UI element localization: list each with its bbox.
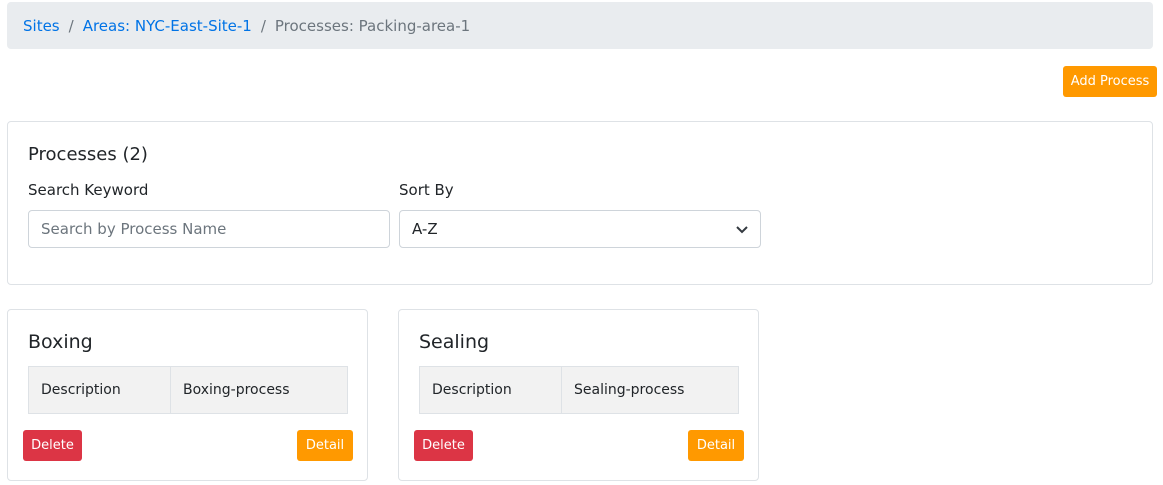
process-card: Boxing Description Boxing-process Delete… [7,309,368,481]
sort-label: Sort By [399,181,454,199]
process-name: Boxing [28,331,93,353]
field-value: Boxing-process [170,366,348,414]
chevron-down-icon [736,220,748,238]
process-name: Sealing [419,331,490,353]
filter-panel: Processes (2) Search Keyword Sort By A-Z [7,121,1153,285]
search-input[interactable] [28,210,390,248]
field-label: Description [28,366,171,414]
page-title: Processes (2) [28,144,148,165]
breadcrumb-areas[interactable]: Areas: NYC-East-Site-1 [83,17,252,35]
breadcrumb: Sites / Areas: NYC-East-Site-1 / Process… [7,2,1153,49]
search-label: Search Keyword [28,181,149,199]
add-process-button[interactable]: Add Process [1063,66,1157,97]
breadcrumb-separator: / [68,16,74,35]
breadcrumb-separator: / [260,16,266,35]
sort-value: A-Z [412,220,438,238]
field-value: Sealing-process [561,366,739,414]
process-table: Description Boxing-process [28,366,348,414]
detail-button[interactable]: Detail [688,430,744,461]
process-card: Sealing Description Sealing-process Dele… [398,309,759,481]
breadcrumb-current: Processes: Packing-area-1 [274,16,471,35]
table-row: Description Sealing-process [419,366,739,414]
delete-button[interactable]: Delete [23,430,82,461]
breadcrumb-sites[interactable]: Sites [23,17,60,35]
process-table: Description Sealing-process [419,366,739,414]
delete-button[interactable]: Delete [414,430,473,461]
detail-button[interactable]: Detail [297,430,353,461]
table-row: Description Boxing-process [28,366,348,414]
sort-select[interactable]: A-Z [399,210,761,248]
field-label: Description [419,366,562,414]
